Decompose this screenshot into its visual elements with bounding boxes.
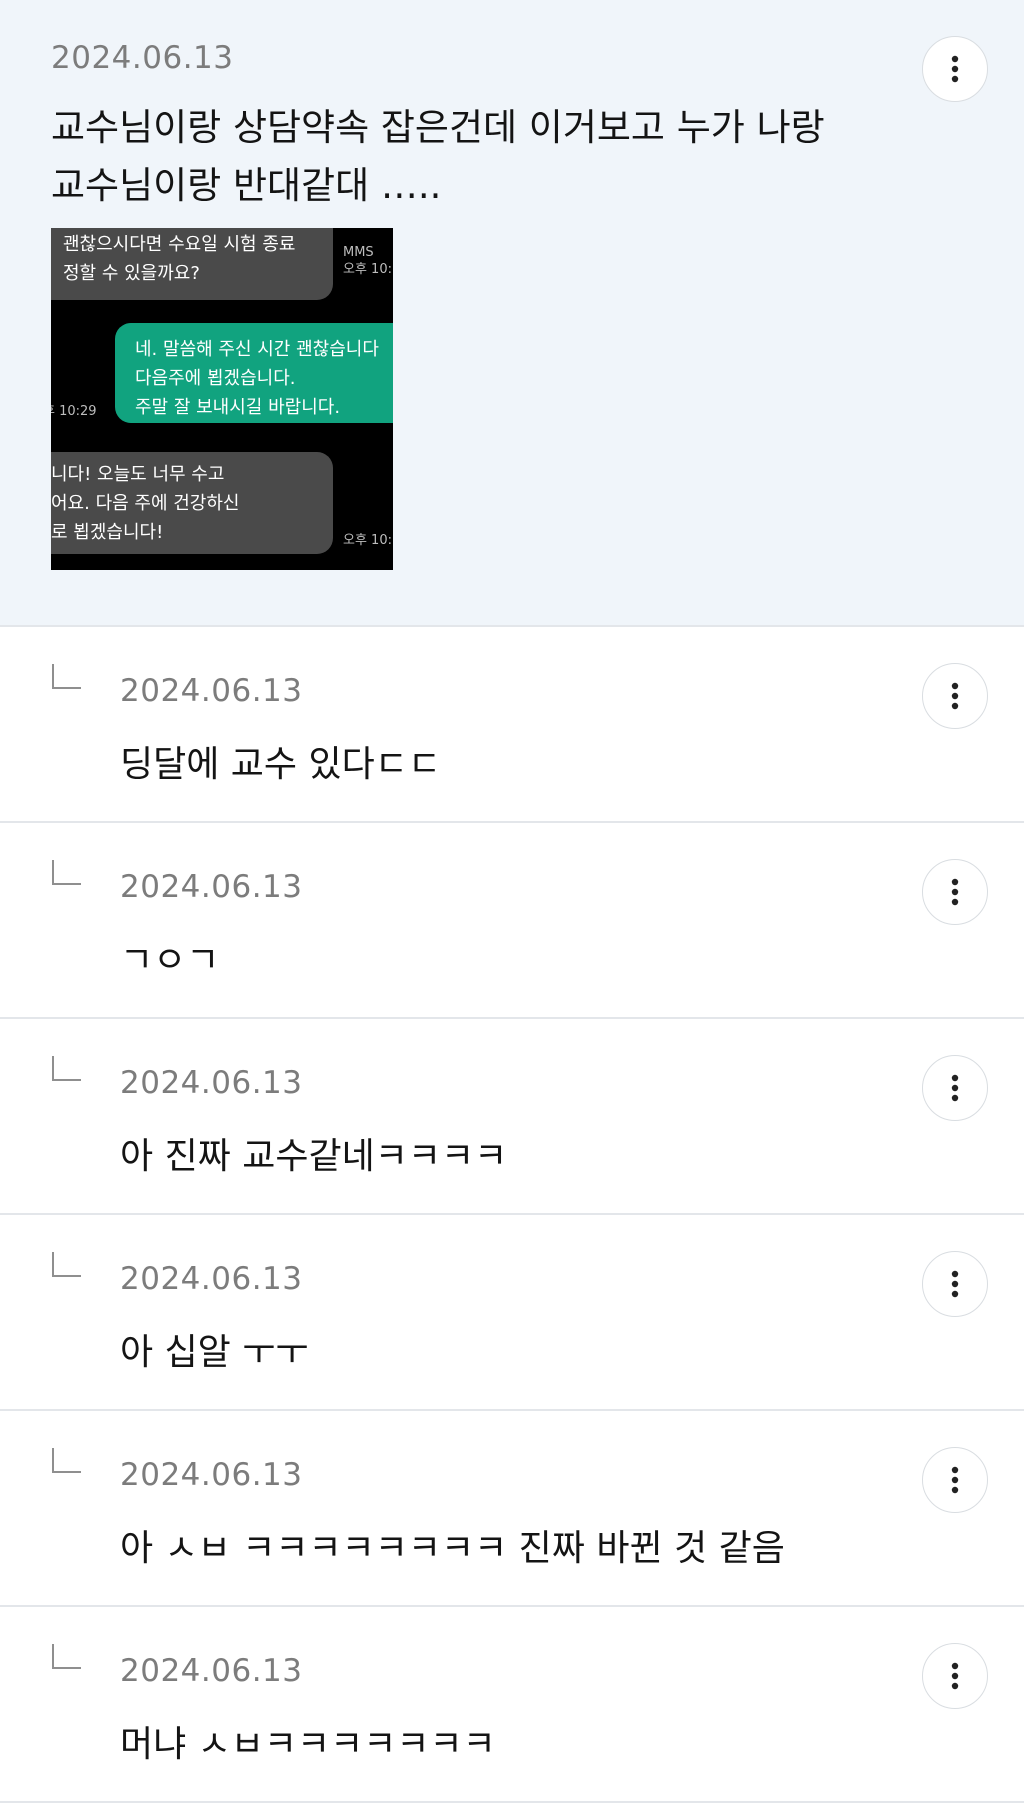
attached-chat-screenshot[interactable]: 괜찮으시다면 수요일 시험 종료 정할 수 있을까요? MMS 오후 10: 네…: [51, 228, 393, 570]
reply-date: 2024.06.13: [120, 1457, 303, 1493]
reply-arrow-icon: [52, 1644, 81, 1669]
more-vertical-icon: [951, 878, 959, 906]
reply-more-button[interactable]: [922, 1447, 988, 1513]
more-vertical-icon: [951, 1074, 959, 1102]
message-time: 오후 10:: [343, 533, 392, 548]
more-vertical-icon: [951, 1466, 959, 1494]
reply-text: 아 ㅅㅂ ㅋㅋㅋㅋㅋㅋㅋㅋ 진짜 바뀐 것 같음: [120, 1528, 785, 1569]
reply-text: 아 십알 ㅜㅜ: [120, 1332, 309, 1373]
reply-date: 2024.06.13: [120, 1065, 303, 1101]
reply-text: ㄱㅇㄱ: [120, 940, 220, 981]
reply-more-button[interactable]: [922, 663, 988, 729]
received-message-bubble: 니다! 오늘도 너무 수고 어요. 다음 주에 건강하신 로 뵙겠습니다!: [51, 452, 333, 554]
reply-arrow-icon: [52, 860, 81, 885]
reply-date: 2024.06.13: [120, 1653, 303, 1689]
reply-arrow-icon: [52, 1056, 81, 1081]
reply-arrow-icon: [52, 1448, 81, 1473]
post-body: 교수님이랑 상담약속 잡은건데 이거보고 누가 나랑 교수님이랑 반대같대 ….…: [51, 106, 825, 207]
message-meta: MMS 오후 10:: [343, 245, 392, 277]
original-post: 2024.06.13 교수님이랑 상담약속 잡은건데 이거보고 누가 나랑 교수…: [0, 0, 1024, 627]
reply-date: 2024.06.13: [120, 673, 303, 709]
sent-message-bubble: 네. 말씀해 주신 시간 괜찮습니다 다음주에 뵙겠습니다. 주말 잘 보내시길…: [115, 323, 393, 423]
reply-item: 2024.06.13 머냐 ㅅㅂㅋㅋㅋㅋㅋㅋㅋ: [0, 1607, 1024, 1803]
reply-date: 2024.06.13: [120, 1261, 303, 1297]
more-vertical-icon: [951, 682, 959, 710]
reply-more-button[interactable]: [922, 1055, 988, 1121]
received-message-bubble: 괜찮으시다면 수요일 시험 종료 정할 수 있을까요?: [51, 228, 333, 300]
reply-item: 2024.06.13 딩달에 교수 있다ㄷㄷ: [0, 627, 1024, 823]
reply-more-button[interactable]: [922, 1643, 988, 1709]
reply-more-button[interactable]: [922, 1251, 988, 1317]
more-vertical-icon: [951, 55, 959, 83]
reply-text: 머냐 ㅅㅂㅋㅋㅋㅋㅋㅋㅋ: [120, 1724, 496, 1765]
reply-date: 2024.06.13: [120, 869, 303, 905]
post-date: 2024.06.13: [51, 40, 234, 76]
reply-text: 아 진짜 교수같네ㅋㅋㅋㅋ: [120, 1136, 508, 1177]
message-time: 후 10:29: [51, 404, 97, 419]
reply-item: 2024.06.13 아 ㅅㅂ ㅋㅋㅋㅋㅋㅋㅋㅋ 진짜 바뀐 것 같음: [0, 1411, 1024, 1607]
post-more-button[interactable]: [922, 36, 988, 102]
more-vertical-icon: [951, 1270, 959, 1298]
reply-item: 2024.06.13 ㄱㅇㄱ: [0, 823, 1024, 1019]
reply-arrow-icon: [52, 664, 81, 689]
reply-item: 2024.06.13 아 진짜 교수같네ㅋㅋㅋㅋ: [0, 1019, 1024, 1215]
reply-list: 2024.06.13 딩달에 교수 있다ㄷㄷ 2024.06.13 ㄱㅇㄱ 20…: [0, 627, 1024, 1803]
reply-arrow-icon: [52, 1252, 81, 1277]
reply-more-button[interactable]: [922, 859, 988, 925]
reply-item: 2024.06.13 아 십알 ㅜㅜ: [0, 1215, 1024, 1411]
more-vertical-icon: [951, 1662, 959, 1690]
reply-text: 딩달에 교수 있다ㄷㄷ: [120, 744, 441, 785]
